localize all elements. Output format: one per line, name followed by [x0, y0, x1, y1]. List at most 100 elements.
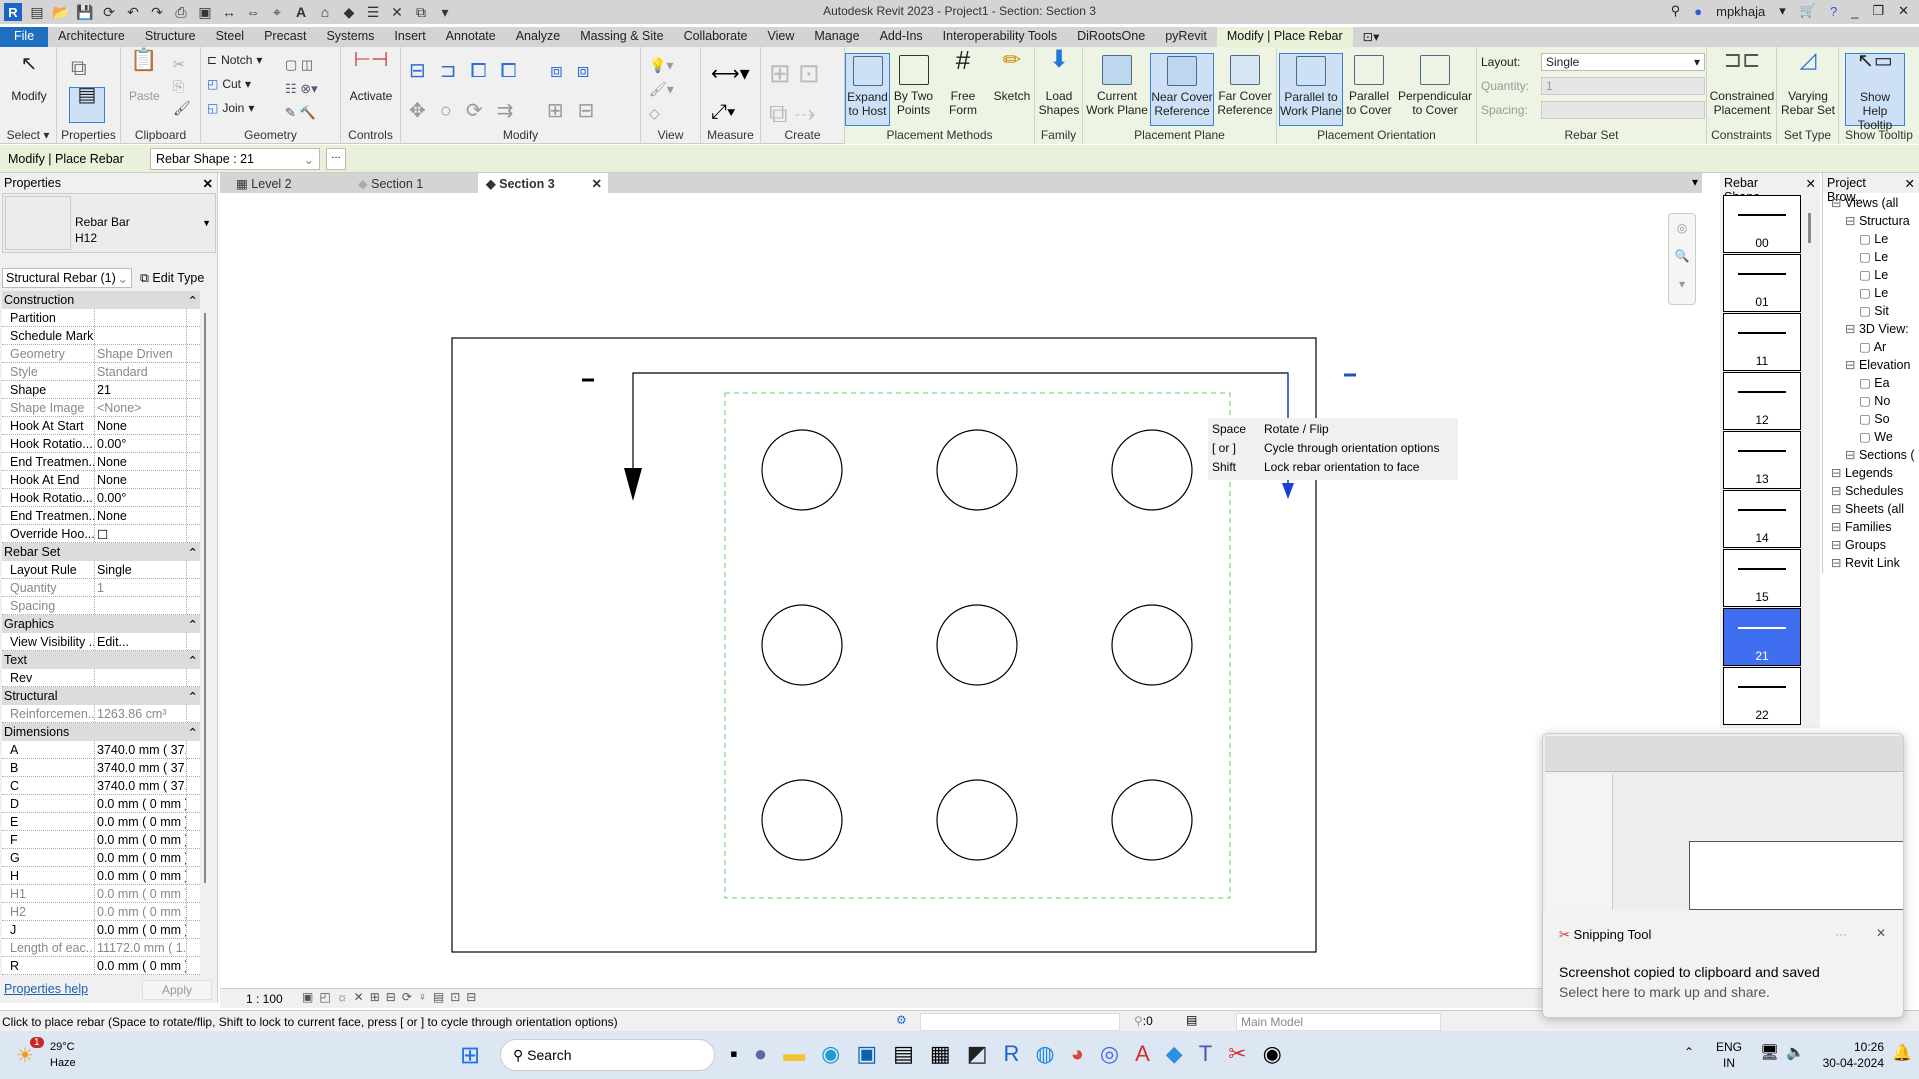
drawing-canvas[interactable]: ◎ 🔍 ▾: [220, 193, 1702, 993]
edge-icon[interactable]: ◉: [821, 1041, 856, 1066]
search-box[interactable]: ⚲ Search: [500, 1039, 715, 1071]
rebar-shape-item[interactable]: 13: [1723, 431, 1801, 489]
cut-icon[interactable]: ✂: [173, 53, 191, 75]
teams-work-icon[interactable]: T: [1199, 1041, 1228, 1066]
tab-manage[interactable]: Manage: [804, 27, 869, 47]
rebar-shape-item[interactable]: 01: [1723, 254, 1801, 312]
measure-between-icon[interactable]: ⟷▾: [711, 55, 750, 93]
type-properties-icon[interactable]: ⧉: [71, 55, 87, 81]
rebar-shape-item[interactable]: 15: [1723, 549, 1801, 607]
tab-pyrevit[interactable]: pyRevit: [1155, 27, 1217, 47]
more-options-icon[interactable]: ···: [1835, 927, 1847, 941]
ribbon-minimize-icon[interactable]: ⊡▾: [1353, 27, 1390, 47]
property-value[interactable]: ☐: [95, 525, 187, 542]
view-scale[interactable]: 1 : 100: [246, 992, 283, 1006]
design-option-select[interactable]: Main Model: [1236, 1013, 1441, 1031]
section-header[interactable]: Structural ⌃: [2, 687, 200, 705]
properties-help-link[interactable]: Properties help: [4, 982, 88, 996]
tab-modify-place-rebar[interactable]: Modify | Place Rebar: [1216, 27, 1353, 47]
revit-taskbar-icon[interactable]: R: [1004, 1041, 1036, 1066]
clock[interactable]: 10:26 30-04-2024: [1820, 1039, 1884, 1071]
tab-steel[interactable]: Steel: [206, 27, 255, 47]
volume-icon[interactable]: 🔈: [1786, 1043, 1805, 1061]
close-icon[interactable]: ✕: [1806, 176, 1816, 191]
property-value[interactable]: None: [95, 417, 187, 434]
property-value[interactable]: [95, 669, 187, 686]
sticky-notes-icon[interactable]: ◩: [967, 1041, 1004, 1066]
teams-icon[interactable]: ●: [754, 1041, 783, 1066]
override-icon[interactable]: 🖌▾: [649, 77, 674, 101]
properties-scrollbar[interactable]: [204, 313, 210, 883]
collapse-icon[interactable]: ⌃: [188, 725, 198, 740]
collapse-icon[interactable]: ⌃: [188, 617, 198, 632]
user-name[interactable]: mpkhaja: [1716, 4, 1765, 19]
property-value[interactable]: 0.00°: [95, 489, 187, 506]
property-value[interactable]: 0.00°: [95, 435, 187, 452]
tree-item[interactable]: ⊟ Elevation: [1845, 357, 1910, 372]
property-value[interactable]: 0.0 mm ( 0 mm ): [95, 795, 187, 812]
tree-item[interactable]: ▢ So: [1859, 411, 1890, 426]
outlook-icon[interactable]: ▣: [856, 1041, 893, 1066]
tree-item[interactable]: ▢ No: [1859, 393, 1890, 408]
section-header[interactable]: Construction ⌃: [2, 291, 200, 309]
app-icon[interactable]: ▤: [893, 1041, 930, 1066]
tab-precast[interactable]: Precast: [254, 27, 316, 47]
navigation-bar[interactable]: ◎ 🔍 ▾: [1668, 213, 1696, 305]
tab-level-2[interactable]: ▦ Level 2: [228, 173, 338, 193]
tree-item[interactable]: ⊟ Structura: [1845, 213, 1910, 228]
property-value[interactable]: [95, 309, 187, 326]
wall-joins-icon[interactable]: ☷ ⊗▾: [285, 77, 318, 101]
rebar-shape-select[interactable]: Rebar Shape : 21 ⌄: [150, 148, 320, 170]
tree-item[interactable]: ▢ Le: [1859, 231, 1888, 246]
steering-wheel-icon[interactable]: ◎: [1669, 214, 1695, 242]
show-hidden-icons[interactable]: ⌃: [1684, 1045, 1694, 1059]
tab-section-3[interactable]: ◆ Section 3 ✕: [478, 173, 608, 193]
property-value[interactable]: [95, 597, 187, 614]
chrome-icon[interactable]: ◕: [1071, 1041, 1100, 1066]
parallel-to-work-plane-button[interactable]: Parallel to Work Plane: [1279, 53, 1343, 126]
paint-icon[interactable]: ✎ 🔨: [285, 101, 318, 125]
tree-item[interactable]: ⊟ Schedules: [1831, 483, 1903, 498]
tabs-menu-icon[interactable]: ▾: [1692, 175, 1698, 189]
design-options-icon[interactable]: ▤: [1186, 1013, 1197, 1027]
parallel-to-cover-button[interactable]: Parallel to Cover: [1345, 53, 1393, 117]
workset-select[interactable]: [920, 1013, 1120, 1031]
file-explorer-icon[interactable]: ▬: [783, 1041, 821, 1066]
tree-item[interactable]: ⊟ 3D View:: [1845, 321, 1909, 336]
modify-button[interactable]: ↖ Modify: [6, 53, 52, 103]
property-value[interactable]: 1: [95, 579, 187, 596]
property-value[interactable]: Shape Driven: [95, 345, 187, 362]
app-icon[interactable]: ◆: [1166, 1041, 1199, 1066]
expand-to-host-button[interactable]: Expand to Host: [845, 53, 890, 126]
tree-item[interactable]: ⊟ Revit Link: [1831, 555, 1900, 570]
tree-item[interactable]: ▢ Ea: [1859, 375, 1890, 390]
rebar-shape-item[interactable]: 11: [1723, 313, 1801, 371]
apply-button[interactable]: Apply: [142, 980, 212, 1000]
zoom-icon[interactable]: 🔍: [1669, 242, 1695, 270]
snipping-tool-icon[interactable]: ✂: [1228, 1041, 1262, 1066]
instance-filter-select[interactable]: Structural Rebar (1) ⌄: [2, 268, 132, 288]
layout-select[interactable]: Single ▾: [1541, 53, 1705, 71]
rebar-shape-item[interactable]: 21: [1723, 608, 1801, 666]
close-icon[interactable]: ✕: [203, 176, 213, 191]
spacing-input[interactable]: [1541, 101, 1705, 119]
section-header[interactable]: Dimensions ⌃: [2, 723, 200, 741]
close-icon[interactable]: ✕: [1876, 926, 1886, 940]
property-value[interactable]: [95, 327, 187, 344]
move-rotate-trim-icons[interactable]: ✥○⟳⇉ ⊞⊟: [409, 91, 608, 131]
notification-bell-icon[interactable]: 🔔: [1892, 1043, 1912, 1063]
current-work-plane-button[interactable]: Current Work Plane: [1085, 53, 1149, 117]
free-form-button[interactable]: # Free Form: [937, 47, 989, 117]
user-icon[interactable]: ●: [1694, 4, 1702, 19]
tree-item[interactable]: ▢ Le: [1859, 267, 1888, 282]
tab-interoperability[interactable]: Interoperability Tools: [933, 27, 1067, 47]
close-icon[interactable]: ✕: [1898, 3, 1909, 19]
property-value[interactable]: 0.0 mm ( 0 mm ): [95, 921, 187, 938]
cut-button[interactable]: ◰ Cut ▾: [207, 77, 251, 91]
property-value[interactable]: 0.0 mm ( 0 mm ): [95, 849, 187, 866]
property-value[interactable]: 11172.0 mm ( 1...: [95, 939, 187, 956]
more-options-button[interactable]: ...: [326, 148, 346, 170]
tab-analyze[interactable]: Analyze: [506, 27, 570, 47]
rebar-shape-item[interactable]: 12: [1723, 372, 1801, 430]
rebar-shape-item[interactable]: 14: [1723, 490, 1801, 548]
